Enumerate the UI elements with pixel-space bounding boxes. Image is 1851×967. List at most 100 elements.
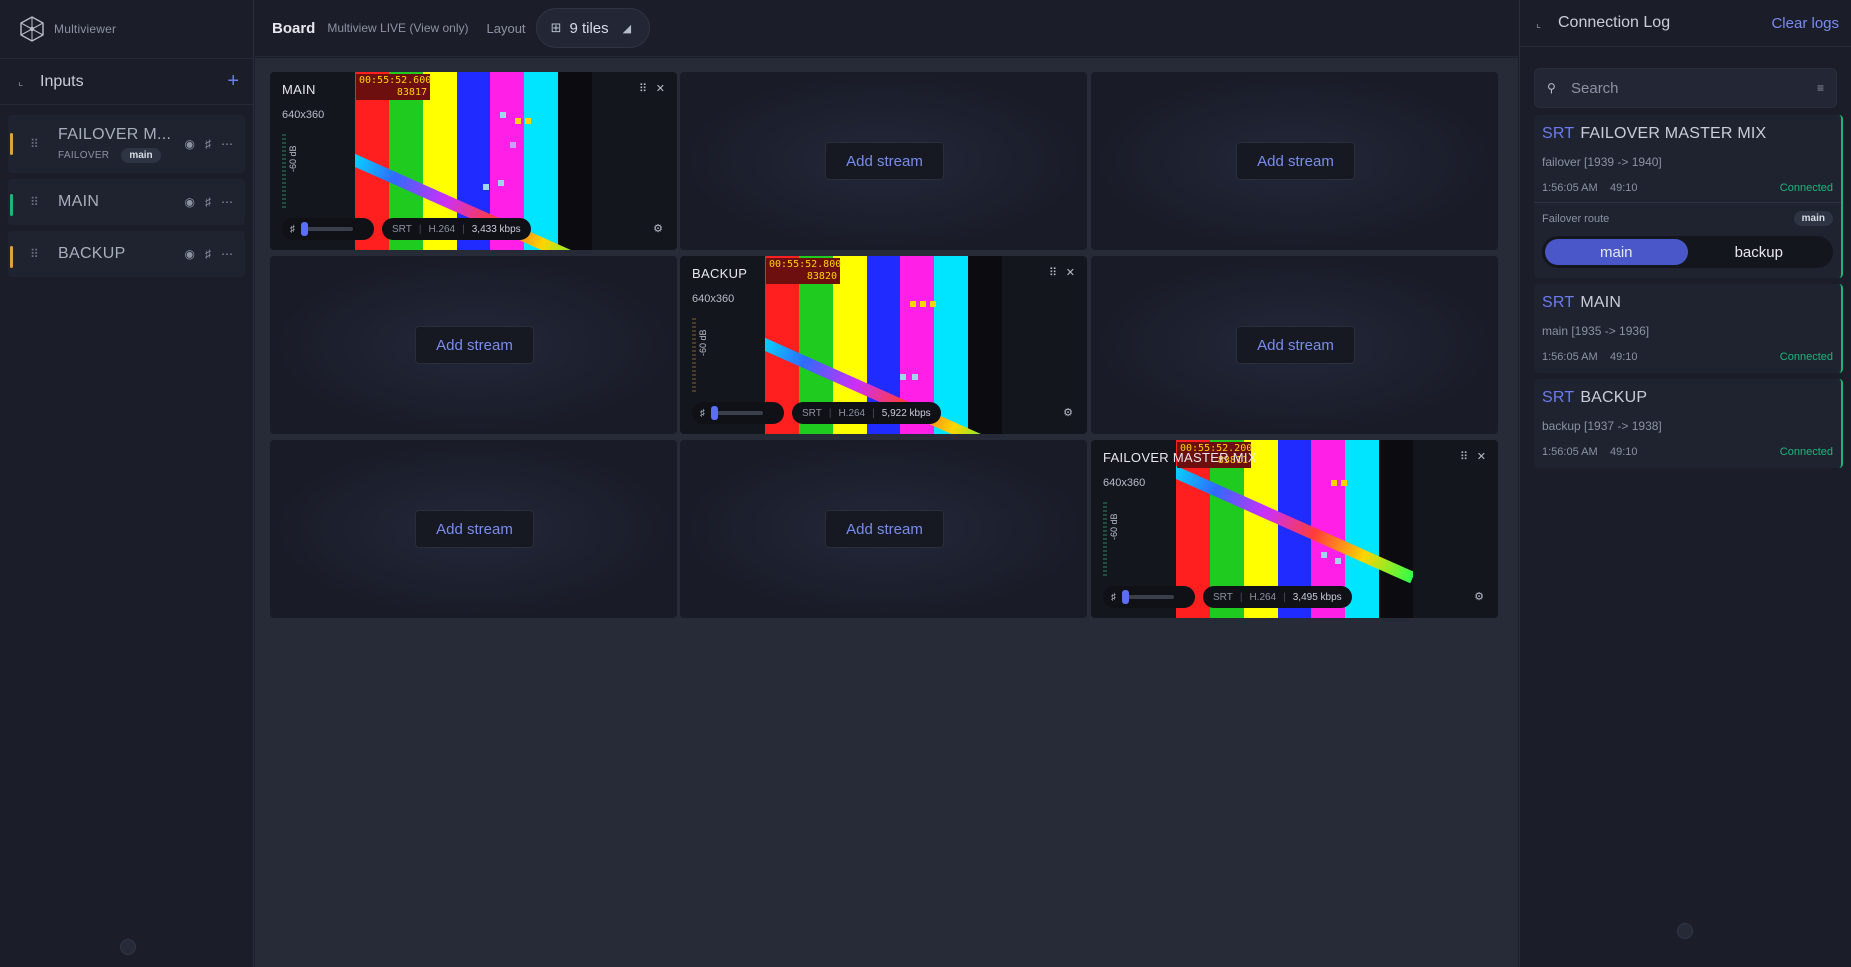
status-bar (10, 194, 13, 216)
mute-icon[interactable]: ♯ (205, 195, 211, 209)
input-item-main[interactable]: ⠿ MAIN ◉ ♯ ⋯ (8, 179, 245, 225)
board-title: Board (272, 19, 316, 37)
log-name: BACKUP (1580, 389, 1648, 406)
settings-icon[interactable]: ⚙ (1063, 406, 1073, 419)
failover-route-toggle: main backup (1542, 236, 1833, 268)
layout-select[interactable]: ⊞ 9 tiles ◢ (535, 8, 651, 48)
search-icon: ⚲ (1547, 81, 1556, 95)
tile-empty: Add stream (1091, 72, 1498, 250)
panel-toggle-dot[interactable] (1677, 923, 1693, 939)
volume-control[interactable]: ♯ (692, 402, 784, 424)
speaker-icon[interactable]: ♯ (700, 408, 705, 419)
tile-main[interactable]: 00:55:52.600 83817 MAIN 640x360 -60 dB ⠿ … (270, 72, 677, 250)
add-stream-button[interactable]: Add stream (1236, 326, 1355, 364)
search-input[interactable] (1571, 79, 1817, 97)
volume-slider[interactable] (1122, 590, 1129, 604)
log-duration: 49:10 (1610, 182, 1638, 194)
tile-title: FAILOVER MASTER MIX (1103, 450, 1257, 465)
volume-slider[interactable] (301, 222, 308, 236)
settings-icon[interactable]: ⚙ (653, 222, 663, 235)
logo-icon (20, 16, 44, 42)
log-status: Connected (1779, 446, 1833, 458)
search-box: ⚲ ≡ (1534, 68, 1837, 108)
drag-handle-icon[interactable]: ⠿ (30, 195, 46, 209)
clear-logs-button[interactable]: Clear logs (1771, 15, 1839, 32)
input-item-backup[interactable]: ⠿ BACKUP ◉ ♯ ⋯ (8, 231, 245, 277)
log-protocol: SRT (1542, 125, 1575, 142)
log-route: failover [1939 -> 1940] (1542, 155, 1662, 169)
add-stream-button[interactable]: Add stream (825, 510, 944, 548)
app-name: Multiviewer (54, 22, 117, 36)
collapse-icon[interactable]: ⌞ (1536, 17, 1558, 30)
close-icon[interactable]: ✕ (1477, 450, 1486, 463)
failover-route-label: Failover route (1542, 212, 1610, 225)
tile-resolution: 640x360 (1103, 477, 1146, 489)
stream-info: SRT | H.264 | 3,495 kbps (1203, 586, 1352, 608)
settings-icon[interactable]: ⚙ (1474, 590, 1484, 603)
volume-control[interactable]: ♯ (1103, 586, 1195, 608)
eye-icon[interactable]: ◉ (185, 137, 195, 151)
topbar: Board Multiview LIVE (View only) Layout … (255, 0, 1518, 57)
tile-empty: Add stream (680, 440, 1087, 618)
log-time: 1:56:05 AM (1542, 351, 1598, 363)
add-input-button[interactable]: + (227, 70, 239, 93)
filter-icon[interactable]: ≡ (1817, 81, 1824, 95)
eye-icon[interactable]: ◉ (185, 247, 195, 261)
route-main-option[interactable]: main (1545, 239, 1688, 265)
log-name: MAIN (1580, 294, 1622, 311)
eye-icon[interactable]: ◉ (185, 195, 195, 209)
mute-icon[interactable]: ♯ (205, 247, 211, 261)
tile-resolution: 640x360 (282, 109, 325, 121)
sidebar: Multiviewer ⌞ Inputs + ⠿ FAILOVER M... F… (0, 0, 254, 967)
close-icon[interactable]: ✕ (1066, 266, 1075, 279)
layout-value: 9 tiles (569, 19, 609, 37)
inputs-title: Inputs (40, 72, 84, 90)
add-stream-button[interactable]: Add stream (415, 510, 534, 548)
grid-icon: ⊞ (550, 20, 562, 35)
connection-log-panel: ⌞ Connection Log Clear logs ⚲ ≡ SRT FAILO… (1519, 0, 1851, 967)
volume-control[interactable]: ♯ (282, 218, 374, 240)
log-duration: 49:10 (1610, 446, 1638, 458)
drag-handle-icon[interactable]: ⠿ (1049, 266, 1057, 279)
more-icon[interactable]: ⋯ (221, 137, 233, 151)
more-icon[interactable]: ⋯ (221, 195, 233, 209)
add-stream-button[interactable]: Add stream (825, 142, 944, 180)
tile-failover[interactable]: 00:55:52.200 83811 FAILOVER MASTER MIX 64… (1091, 440, 1498, 618)
log-title: Connection Log (1558, 14, 1671, 31)
audio-meter (282, 134, 286, 208)
input-kind: FAILOVER (58, 149, 110, 161)
speaker-icon[interactable]: ♯ (290, 224, 295, 235)
timecode: 00:55:52.800 83820 (766, 258, 841, 284)
drag-handle-icon[interactable]: ⠿ (30, 137, 46, 151)
tile-backup[interactable]: 00:55:52.800 83820 BACKUP 640x360 -60 dB … (680, 256, 1087, 434)
log-route: main [1935 -> 1936] (1542, 324, 1650, 338)
stream-info: SRT | H.264 | 3,433 kbps (382, 218, 531, 240)
speaker-icon[interactable]: ♯ (1111, 592, 1116, 603)
input-item-failover[interactable]: ⠿ FAILOVER M... FAILOVER main ◉ ♯ ⋯ (8, 115, 245, 173)
status-bar (10, 246, 13, 268)
log-entry-failover: SRT FAILOVER MASTER MIX failover [1939 ->… (1534, 115, 1843, 278)
drag-handle-icon[interactable]: ⠿ (30, 247, 46, 261)
log-route: backup [1937 -> 1938] (1542, 419, 1662, 433)
log-status: Connected (1779, 182, 1833, 194)
volume-slider[interactable] (711, 406, 718, 420)
drag-handle-icon[interactable]: ⠿ (639, 82, 647, 95)
input-label: MAIN (58, 193, 100, 210)
tile-empty: Add stream (680, 72, 1087, 250)
add-stream-button[interactable]: Add stream (415, 326, 534, 364)
drag-handle-icon[interactable]: ⠿ (1460, 450, 1468, 463)
inputs-header: ⌞ Inputs + (0, 59, 253, 105)
sidebar-toggle-dot[interactable] (120, 939, 136, 955)
log-entry-backup: SRT BACKUP backup [1937 -> 1938] 1:56:05 … (1534, 379, 1843, 468)
collapse-icon[interactable]: ⌞ (18, 75, 38, 88)
status-bar (10, 133, 13, 155)
board-grid: 00:55:52.600 83817 MAIN 640x360 -60 dB ⠿ … (255, 58, 1518, 967)
more-icon[interactable]: ⋯ (221, 247, 233, 261)
route-backup-option[interactable]: backup (1688, 239, 1831, 265)
mute-icon[interactable]: ♯ (205, 137, 211, 151)
add-stream-button[interactable]: Add stream (1236, 142, 1355, 180)
tile-title: BACKUP (692, 266, 748, 281)
log-name: FAILOVER MASTER MIX (1580, 125, 1767, 142)
close-icon[interactable]: ✕ (656, 82, 665, 95)
tile-empty: Add stream (270, 256, 677, 434)
